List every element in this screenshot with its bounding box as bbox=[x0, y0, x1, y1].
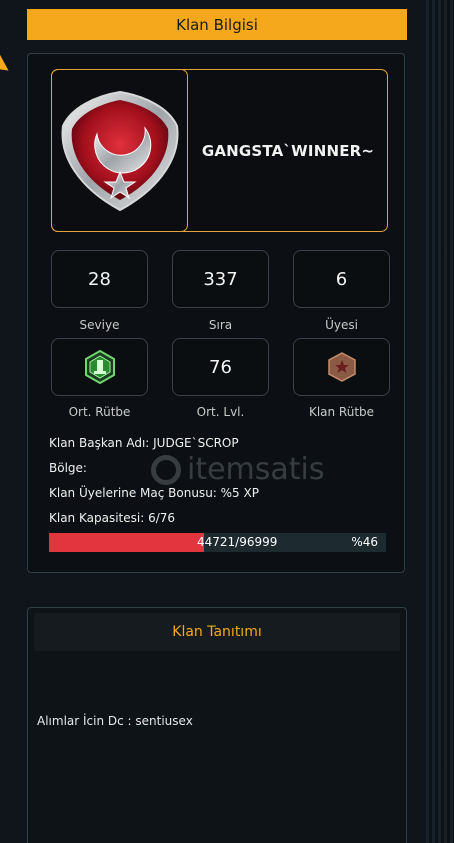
clan-name: GANGSTA`WINNER~ bbox=[201, 141, 375, 160]
region-line: Bölge: bbox=[49, 461, 87, 475]
crescent-star-shield-icon bbox=[61, 90, 178, 211]
bronze-star-hexagon-icon bbox=[327, 352, 356, 382]
stat-rank-label: Sıra bbox=[208, 318, 233, 332]
stat-clan-rank-label: Klan Rütbe bbox=[308, 405, 375, 419]
clan-intro-text: Alımlar İcin Dc : sentiusex bbox=[37, 714, 193, 728]
stat-members-label: Üyesi bbox=[325, 318, 358, 332]
watermark-logo-icon bbox=[151, 454, 181, 485]
stat-clan-rank-box bbox=[293, 338, 390, 396]
stat-avg-rank-label: Ort. Rütbe bbox=[68, 405, 131, 419]
stat-avg-level-label: Ort. Lvl. bbox=[196, 405, 245, 419]
clan-hero-card: GANGSTA`WINNER~ bbox=[51, 69, 388, 232]
watermark-text: itemsatis bbox=[187, 452, 325, 487]
green-rank-badge-icon bbox=[84, 350, 115, 384]
watermark: itemsatis bbox=[151, 452, 325, 487]
stat-level-label: Seviye bbox=[79, 318, 120, 332]
xp-progress-bar: 44721/96999 %46 bbox=[49, 533, 386, 552]
clan-intro-title: Klan Tanıtımı bbox=[172, 624, 262, 640]
stat-members-box: 6 bbox=[293, 250, 390, 308]
stat-avg-level-box: 76 bbox=[172, 338, 269, 396]
clan-info-panel: GANGSTA`WINNER~ 28 Seviye 337 Sıra 6 Üye… bbox=[27, 53, 405, 573]
stat-level-value: 28 bbox=[88, 268, 111, 290]
bonus-line: Klan Üyelerine Maç Bonusu: %5 XP bbox=[49, 486, 259, 500]
stat-level-box: 28 bbox=[51, 250, 148, 308]
arrow-icon bbox=[0, 54, 14, 78]
page-title-text: Klan Bilgisi bbox=[176, 15, 258, 34]
stat-rank-box: 337 bbox=[172, 250, 269, 308]
xp-progress-percent: %46 bbox=[351, 535, 378, 549]
clan-emblem-box bbox=[51, 69, 188, 232]
xp-progress-text: 44721/96999 bbox=[197, 535, 278, 549]
clan-intro-panel: Klan Tanıtımı Alımlar İcin Dc : sentiuse… bbox=[27, 607, 407, 843]
stat-avg-rank-box bbox=[51, 338, 148, 396]
stat-avg-level-value: 76 bbox=[209, 356, 232, 378]
page-title: Klan Bilgisi bbox=[27, 9, 407, 40]
xp-progress-fill bbox=[49, 533, 205, 552]
leader-line: Klan Başkan Adı: JUDGE`SCROP bbox=[49, 436, 239, 450]
clan-intro-header: Klan Tanıtımı bbox=[34, 613, 400, 651]
capacity-line: Klan Kapasitesi: 6/76 bbox=[49, 511, 176, 525]
stat-members-value: 6 bbox=[335, 268, 348, 290]
stat-rank-value: 337 bbox=[203, 268, 238, 290]
decorative-right-edge bbox=[426, 0, 454, 843]
